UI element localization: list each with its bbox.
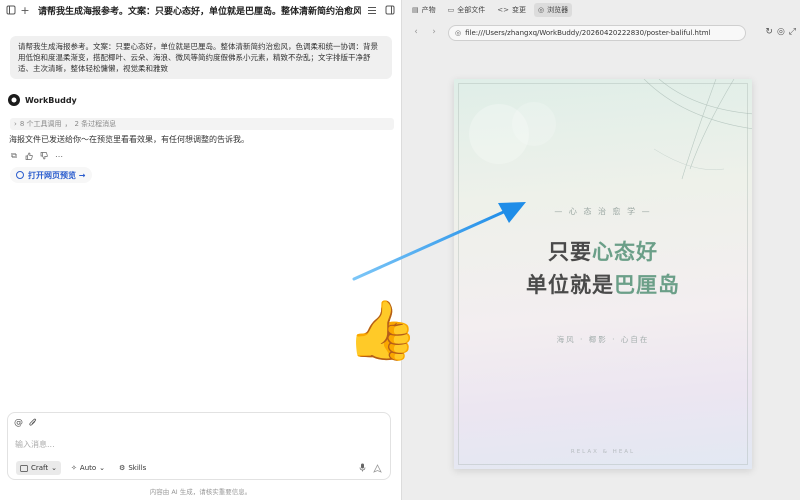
model-select[interactable]: ✧ Auto ⌄ [67,461,109,475]
tool-count: 8 个工具调用 [19,120,62,128]
at-mention-icon[interactable]: @ [14,418,23,430]
open-preview-button[interactable]: 打开网页预览 → [10,167,92,183]
message-input[interactable] [15,437,315,451]
headline-highlight: 心态好 [592,239,658,264]
skills-icon: ⚙ [119,464,126,472]
attach-icon[interactable] [29,418,37,430]
fullscreen-icon[interactable]: ⤢ [789,27,796,37]
tab-label: 全部文件 [457,6,486,14]
refresh-icon[interactable]: ↻ [765,27,773,37]
tab-all-files[interactable]: ▭ 全部文件 [444,3,490,17]
sparkle-icon: ✧ [71,464,77,472]
thumbs-down-icon[interactable] [40,152,48,160]
globe-icon: ◎ [455,29,462,37]
tab-artifacts[interactable]: ▤ 产物 [408,3,440,17]
tool-calls-summary[interactable]: › 8 个工具调用 ， 2 条过程消息 [10,118,394,130]
skills-label: Skills [128,464,147,472]
user-message: 请帮我生成海报参考。文案：只要心态好，单位就是巴厘岛。整体清新简约治愈风，色调柔… [10,36,392,79]
workbuddy-avatar [8,94,20,106]
forward-icon[interactable]: › [428,27,440,37]
microphone-icon[interactable] [359,463,366,475]
tab-browser[interactable]: ◎ 浏览器 [533,3,573,17]
headline-highlight: 巴厘岛 [614,272,680,297]
assistant-header: WorkBuddy [8,94,77,106]
copy-icon[interactable]: ⧉ [10,151,18,160]
open-preview-label: 打开网页预览 → [28,170,86,180]
document-icon: ▤ [412,6,419,14]
tab-changes[interactable]: <> 变更 [493,3,530,17]
files-icon: ▭ [447,6,455,14]
menu-icon[interactable] [365,3,379,17]
tab-label: 产物 [421,6,436,14]
browser-toolbar: ‹ › ◎ file:///Users/zhangxq/WorkBuddy/20… [402,21,800,45]
thumbs-up-icon[interactable] [25,152,33,160]
tool-summary-separator: ， [64,120,72,128]
craft-mode-select[interactable]: Craft ⌄ [16,461,62,475]
poster-subline: 海风 · 椰影 · 心自在 [556,335,650,344]
message-actions: ⧉ ⋯ [10,151,63,161]
composer: @ Craft ⌄ ✧ Auto ⌄ ⚙ Skills [7,412,391,480]
new-chat-icon[interactable] [4,3,18,17]
chevron-down-icon: ⌄ [51,464,58,472]
chevron-down-icon: ⌄ [99,464,106,472]
assistant-name: WorkBuddy [25,95,77,105]
tab-label: 变更 [511,6,526,14]
skills-button[interactable]: ⚙ Skills [115,461,150,475]
send-icon[interactable] [370,461,384,475]
tab-label: 浏览器 [547,6,569,14]
pointer-arrow [352,202,526,281]
preview-tabs: ▤ 产物 ▭ 全部文件 <> 变更 ◎ 浏览器 [408,3,573,17]
globe-icon[interactable]: ◎ [777,27,785,37]
poster-footer: RELAX & HEAL [570,449,636,455]
thumbs-up-emoji-icon: 👍 [346,296,419,364]
globe-icon: ◎ [537,6,545,14]
craft-label: Craft [31,464,49,472]
folder-icon [20,464,28,472]
url-text: file:///Users/zhangxq/WorkBuddy/20260420… [465,29,711,37]
conversation-title: 请帮我生成海报参考。文案：只要心态好，单位就是巴厘岛。整体清新简约治愈风，色调柔… [38,6,361,17]
more-icon[interactable]: ⋯ [55,152,63,161]
url-field[interactable]: ◎ file:///Users/zhangxq/WorkBuddy/202604… [448,25,746,41]
globe-icon [16,171,24,179]
plus-icon[interactable]: + [18,3,32,17]
assistant-message: 海报文件已发送给你～在预览里看看效果，有任何想调整的告诉我。 [9,135,249,144]
auto-label: Auto [79,464,97,472]
code-icon: <> [497,6,509,14]
headline-text: 只要 [548,239,592,264]
ai-disclaimer: 内容由 AI 生成，请核实重要信息。 [149,488,252,496]
toggle-panel-icon[interactable] [383,3,397,17]
process-count: 2 条过程消息 [74,120,117,128]
chat-topbar: + 请帮我生成海报参考。文案：只要心态好，单位就是巴厘岛。整体清新简约治愈风，色… [0,0,401,20]
back-icon[interactable]: ‹ [410,27,422,37]
chevron-right-icon: › [14,120,17,128]
